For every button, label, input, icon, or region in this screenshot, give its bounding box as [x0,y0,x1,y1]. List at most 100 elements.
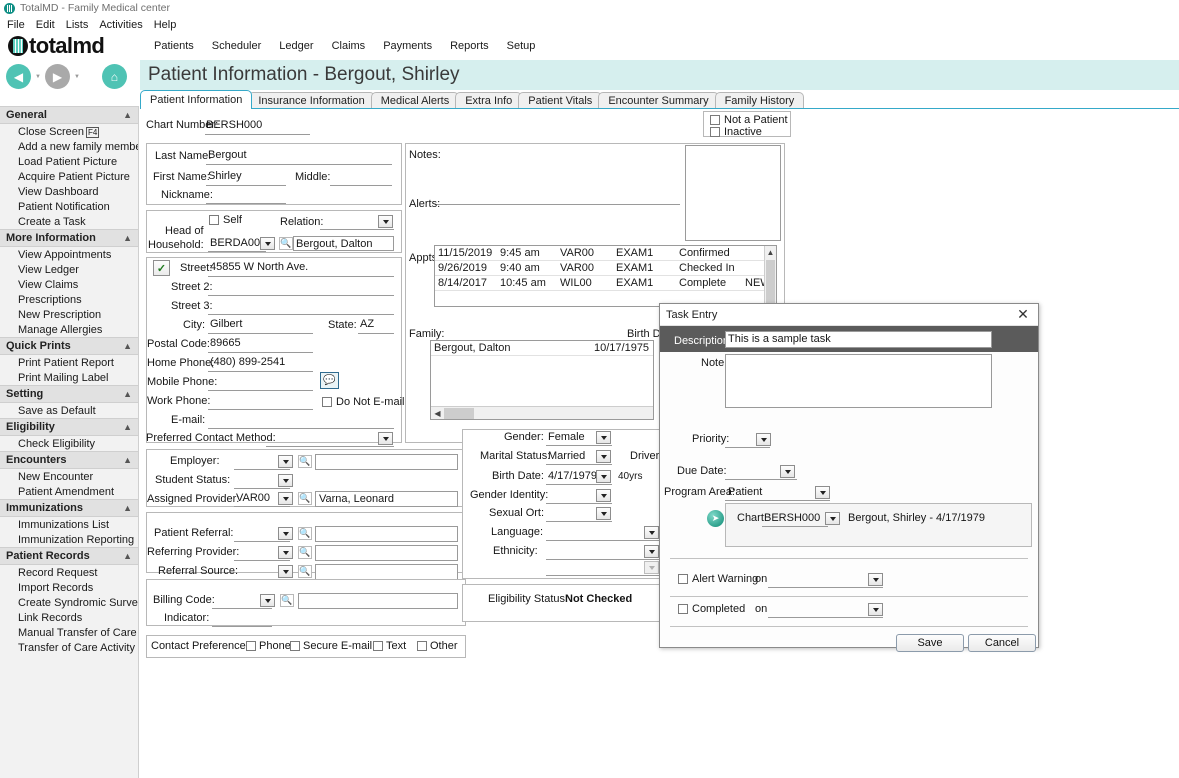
billing-code-search-icon[interactable]: 🔍 [280,594,294,607]
sidebar-item-new-encounter[interactable]: New Encounter [0,469,138,484]
assigned-provider-code[interactable]: VAR00 [236,492,270,504]
last-name-value[interactable]: Bergout [208,149,247,161]
close-icon[interactable]: ✕ [1014,306,1032,323]
tab-patient-vitals[interactable]: Patient Vitals [518,92,602,109]
patient-referral-search-icon[interactable]: 🔍 [298,527,312,540]
nav-setup[interactable]: Setup [507,40,536,52]
billing-code-field[interactable] [298,593,458,609]
program-area-value[interactable]: Patient [728,486,762,498]
task-entry-dialog[interactable]: Task Entry ✕ Description: This is a samp… [659,303,1039,648]
tab-extra-info[interactable]: Extra Info [455,92,522,109]
contact-pref-text-checkbox[interactable] [373,641,383,651]
tab-insurance-information[interactable]: Insurance Information [248,92,374,109]
scroll-up-icon[interactable]: ▲ [765,246,776,259]
inactive-checkbox[interactable] [710,127,720,137]
city-value[interactable]: Gilbert [210,318,242,330]
sidebar-section-encounters[interactable]: Encounters ▲ [0,451,138,469]
cancel-button[interactable]: Cancel [968,634,1036,652]
sidebar-item-print-patient-report[interactable]: Print Patient Report [0,355,138,370]
completed-on-dropdown-button[interactable] [868,603,883,616]
alert-warning-checkbox[interactable] [678,574,688,584]
household-code-value[interactable]: BERDA000 [210,237,266,249]
sidebar-section-eligibility[interactable]: Eligibility ▲ [0,418,138,436]
family-hscrollbar[interactable]: ◀ [431,406,653,419]
sidebar-item-view-claims[interactable]: View Claims [0,277,138,292]
tab-encounter-summary[interactable]: Encounter Summary [598,92,718,109]
due-date-dropdown-button[interactable] [780,465,795,478]
sidebar-section-immunizations[interactable]: Immunizations ▲ [0,499,138,517]
sidebar-item-view-ledger[interactable]: View Ledger [0,262,138,277]
sidebar-item-manage-allergies[interactable]: Manage Allergies [0,322,138,337]
appointments-scrollbar[interactable]: ▲ [764,246,776,306]
sidebar-item-check-eligibility[interactable]: Check Eligibility [0,436,138,451]
ethnicity-dropdown-button[interactable] [644,545,659,558]
language-dropdown-button[interactable] [644,526,659,539]
relation-dropdown-button[interactable] [378,215,393,228]
appointments-list[interactable]: 11/15/2019 9:45 am VAR00 EXAM1 Confirmed… [434,245,777,307]
employer-name-field[interactable] [315,454,458,470]
sidebar-item-immunization-reporting[interactable]: Immunization Reporting [0,532,138,547]
tab-patient-information[interactable]: Patient Information [140,90,252,109]
sidebar-section-patient-records[interactable]: Patient Records ▲ [0,547,138,565]
sidebar-item-transfer-of-care-activity[interactable]: Transfer of Care Activity [0,640,138,655]
table-row[interactable]: 8/14/2017 10:45 am WIL00 EXAM1 Complete … [435,276,776,291]
sidebar-item-view-appointments[interactable]: View Appointments [0,247,138,262]
scroll-left-icon[interactable]: ◀ [431,409,444,418]
home-icon[interactable]: ⌂ [102,64,127,89]
priority-dropdown-button[interactable] [756,433,771,446]
home-phone-value[interactable]: (480) 899-2541 [210,356,285,368]
birth-date-dropdown-button[interactable] [596,470,611,483]
sidebar-item-import-records[interactable]: Import Records [0,580,138,595]
referring-provider-field[interactable] [315,545,458,561]
sidebar-section-quick-prints[interactable]: Quick Prints ▲ [0,337,138,355]
sidebar-item-create-a-task[interactable]: Create a Task [0,214,138,229]
nav-claims[interactable]: Claims [332,40,366,52]
sidebar-item-print-mailing-label[interactable]: Print Mailing Label [0,370,138,385]
postal-code-value[interactable]: 89665 [210,337,241,349]
contact-pref-secure-email-checkbox[interactable] [290,641,300,651]
patient-referral-field[interactable] [315,526,458,542]
sidebar-item-manual-transfer-of-care[interactable]: Manual Transfer of Care [0,625,138,640]
alert-on-dropdown-button[interactable] [868,573,883,586]
menu-help[interactable]: Help [154,19,177,31]
sidebar-item-load-patient-picture[interactable]: Load Patient Picture [0,154,138,169]
birth-date-value[interactable]: 4/17/1979 [548,470,597,482]
assigned-provider-dropdown-button[interactable] [278,492,293,505]
address-verified-icon[interactable]: ✓ [153,260,170,276]
patient-referral-dropdown-button[interactable] [278,527,293,540]
sidebar-item-immunizations-list[interactable]: Immunizations List [0,517,138,532]
employer-dropdown-button[interactable] [278,455,293,468]
marital-status-value[interactable]: Married [548,450,585,462]
preferred-contact-dropdown-button[interactable] [378,432,393,445]
gender-identity-dropdown-button[interactable] [596,489,611,502]
nav-scheduler[interactable]: Scheduler [212,40,262,52]
student-status-dropdown-button[interactable] [278,474,293,487]
sexual-ort-dropdown-button[interactable] [596,507,611,520]
back-dropdown-icon[interactable]: ▼ [35,74,41,80]
ethnicity-secondary-dropdown-button[interactable] [644,561,659,574]
not-a-patient-checkbox[interactable] [710,115,720,125]
sidebar-item-create-syndromic-surveillance[interactable]: Create Syndromic Survei... [0,595,138,610]
menu-lists[interactable]: Lists [66,19,89,31]
chart-value[interactable]: BERSH000 [764,512,820,524]
scroll-thumb[interactable] [766,260,775,304]
menu-edit[interactable]: Edit [36,19,55,31]
list-item[interactable]: Bergout, Dalton 10/17/1975 [431,341,653,356]
nav-ledger[interactable]: Ledger [279,40,313,52]
self-checkbox[interactable] [209,215,219,225]
forward-dropdown-icon[interactable]: ▼ [74,74,80,80]
sidebar-section-more-information[interactable]: More Information ▲ [0,229,138,247]
sidebar-item-save-as-default[interactable]: Save as Default [0,403,138,418]
sidebar-item-link-records[interactable]: Link Records [0,610,138,625]
state-value[interactable]: AZ [360,318,374,330]
save-button[interactable]: Save [896,634,964,652]
sidebar-item-acquire-patient-picture[interactable]: Acquire Patient Picture [0,169,138,184]
tab-family-history[interactable]: Family History [715,92,805,109]
back-icon[interactable]: ◀ [6,64,31,89]
referral-source-search-icon[interactable]: 🔍 [298,565,312,578]
referral-source-dropdown-button[interactable] [278,565,293,578]
first-name-value[interactable]: Shirley [208,170,242,182]
chart-dropdown-button[interactable] [825,512,840,525]
household-dropdown-button[interactable] [260,237,275,250]
billing-code-dropdown-button[interactable] [260,594,275,607]
